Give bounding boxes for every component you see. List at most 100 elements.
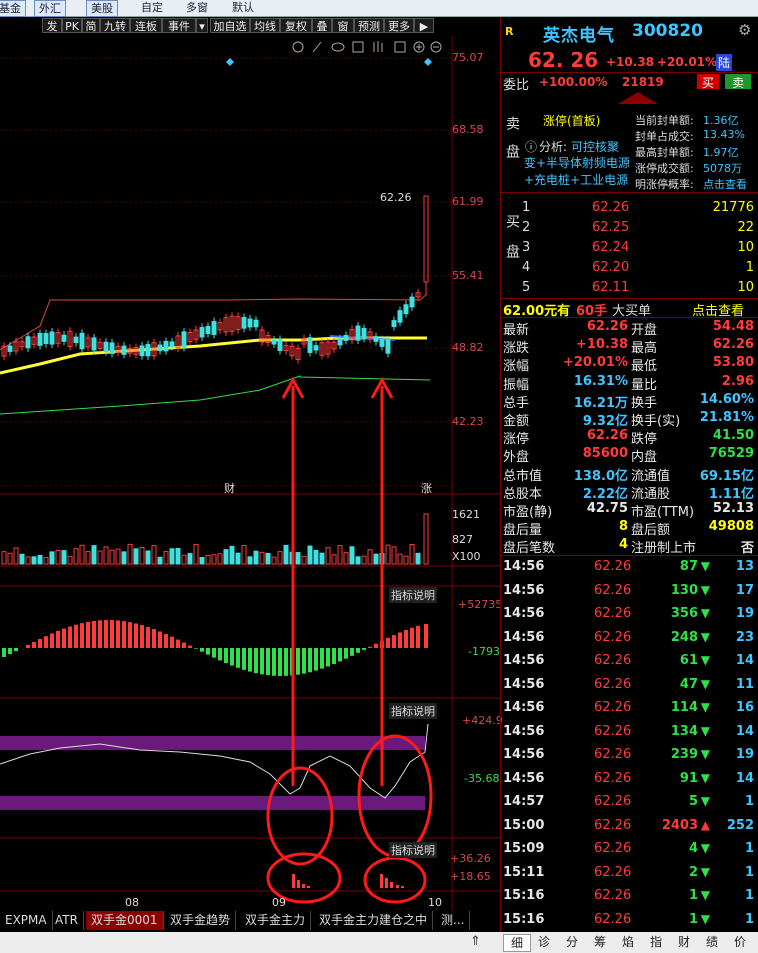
concept-line-1[interactable]: 变+半导体射频电源 <box>524 154 630 171</box>
detail-tab[interactable]: 细 <box>503 934 531 952</box>
detail-tab[interactable]: 价 <box>727 934 753 950</box>
detail-tab[interactable]: 焰 <box>615 934 641 950</box>
menu-item-forex[interactable]: 外汇 <box>34 0 66 17</box>
toolbar-pk-button[interactable]: PK <box>62 18 82 33</box>
tick-volume: 61 <box>679 653 698 668</box>
buy-book-row[interactable]: 2 62.25 22 <box>503 218 756 238</box>
toolbar-ma-button[interactable]: 均线 <box>250 18 280 33</box>
quote-label: 最高 <box>631 341 658 357</box>
tick-volume: 239 <box>670 747 698 762</box>
quote-label: 跌停 <box>631 432 658 448</box>
tick-time: 14:56 <box>503 700 545 715</box>
detail-tab[interactable]: 财 <box>671 934 697 950</box>
quote-label: 总手 <box>503 395 530 411</box>
tick-row: 14:56 62.26 114 ▼ 16 <box>503 698 756 718</box>
chevron-down-icon[interactable]: ▾ <box>196 18 208 33</box>
quote-value: 138.0亿 <box>573 468 628 484</box>
book-price: 62.24 <box>592 240 630 255</box>
toolbar-forecast-button[interactable]: 预测 <box>354 18 384 33</box>
detail-tab[interactable]: 筹 <box>587 934 613 950</box>
quote-row: 最新 62.26 开盘 54.48 <box>503 319 756 338</box>
quote-label: 总股本 <box>503 486 543 502</box>
analysis-value[interactable]: 可控核聚 <box>571 138 619 155</box>
indicator3-help-button[interactable]: 指标说明 <box>389 842 437 858</box>
toolbar-simple-button[interactable]: 简 <box>82 18 100 33</box>
detail-tab[interactable]: 指 <box>643 934 669 950</box>
limit-marker[interactable]: 涨 <box>421 480 432 496</box>
concept-line-2[interactable]: +充电桩+工业电源 <box>524 171 628 188</box>
volume-tick-1: 1621 <box>452 508 480 521</box>
sell-button[interactable]: 卖 <box>725 74 751 90</box>
detail-tabs: ⇑ 细诊分筹焰指财绩价 <box>0 932 758 953</box>
quote-label: 盘后量 <box>503 523 543 539</box>
tick-volume: 2 <box>688 864 698 880</box>
buy-button[interactable]: 买 <box>697 74 719 90</box>
price-tick-3: 61.99 <box>452 195 484 208</box>
menu-item-fund[interactable]: 基金 <box>0 0 26 17</box>
indicator1-tick-1: +52735 <box>458 598 503 611</box>
chart-tools-icons[interactable] <box>292 41 442 53</box>
menu-item-default[interactable]: 默认 <box>232 0 254 15</box>
limit-stat-label: 涨停成交额: <box>635 162 694 175</box>
toolbar-more-button[interactable]: 更多 <box>384 18 414 33</box>
book-level: 2 <box>522 220 531 235</box>
tab-shuangshoujin-main[interactable]: 双手金主力 <box>240 911 312 930</box>
detail-tab[interactable]: 绩 <box>699 934 725 950</box>
indicator1-tick-2: -1793 <box>468 645 500 658</box>
toolbar-fa-button[interactable]: 发 <box>42 18 62 33</box>
toolbar-adjust-button[interactable]: 复权 <box>280 18 312 33</box>
menu-item-multiwindow[interactable]: 多窗 <box>186 0 208 15</box>
indicator2-help-button[interactable]: 指标说明 <box>389 703 437 719</box>
tick-count: 19 <box>735 747 754 762</box>
collapse-caret-icon[interactable] <box>618 92 658 104</box>
toolbar-lianban-button[interactable]: 连板 <box>130 18 162 33</box>
detail-tab[interactable]: 诊 <box>531 934 557 950</box>
tab-more[interactable]: 测... <box>436 911 471 930</box>
buy-book-row[interactable]: 3 62.24 10 <box>503 238 756 258</box>
limit-stat-value[interactable]: 点击查看 <box>703 176 747 192</box>
quote-value: 62.26 <box>586 428 628 444</box>
menu-item-custom[interactable]: 自定 <box>141 0 163 15</box>
detail-tab[interactable]: 分 <box>559 934 585 950</box>
tick-time: 14:56 <box>503 559 545 574</box>
tab-shuangshoujin-building[interactable]: 双手金主力建仓之中 <box>314 911 434 930</box>
tab-shuangshoujin-0001[interactable]: 双手金0001 <box>86 911 164 930</box>
toolbar-event-button[interactable]: 事件 <box>162 18 196 33</box>
gear-icon[interactable]: ⚙ <box>738 21 751 39</box>
buy-book-row[interactable]: 1 62.26 21776 <box>503 198 756 218</box>
toolbar-overlay-button[interactable]: 叠 <box>312 18 332 33</box>
tick-count: 13 <box>735 559 754 574</box>
tick-time: 15:11 <box>503 864 545 880</box>
tab-atr[interactable]: ATR <box>50 911 84 930</box>
buy-book-row[interactable]: 4 62.20 1 <box>503 258 756 278</box>
book-volume: 10 <box>737 280 754 295</box>
scroll-top-icon[interactable]: ⇑ <box>470 934 481 949</box>
tick-price: 62.26 <box>594 606 632 621</box>
toolbar-expand-button[interactable]: ▶ <box>414 18 434 33</box>
toolbar-jiuzhuan-button[interactable]: 九转 <box>100 18 130 33</box>
quote-value: 9.32亿 <box>582 414 628 429</box>
tab-expma[interactable]: EXPMA <box>0 911 53 930</box>
quote-row: 振幅 16.31% 量比 2.96 <box>503 374 756 393</box>
stock-code: 300820 <box>632 21 703 41</box>
quote-label: 金额 <box>503 414 530 429</box>
book-level: 3 <box>522 240 531 255</box>
menu-item-us-stocks[interactable]: 美股 <box>86 0 118 17</box>
indicator3-tick-2: +18.65 <box>450 870 491 883</box>
quote-row: 涨幅 +20.01% 最低 53.80 <box>503 355 756 374</box>
tick-price: 62.26 <box>594 653 632 668</box>
tick-time: 15:16 <box>503 911 545 927</box>
toolbar-window-button[interactable]: 窗 <box>332 18 354 33</box>
limit-stat-value: 1.97亿 <box>703 146 739 159</box>
finance-marker[interactable]: 财 <box>224 480 235 496</box>
tick-time: 14:56 <box>503 582 545 598</box>
indicator1-help-button[interactable]: 指标说明 <box>389 587 437 603</box>
tick-count: 16 <box>735 700 754 715</box>
toolbar-add-watchlist-button[interactable]: 加自选 <box>210 18 250 33</box>
buy-book-row[interactable]: 5 62.11 10 <box>503 278 756 298</box>
book-volume: 10 <box>737 240 754 255</box>
limit-up-info: 卖盘 涨停(首板) ⓘ 分析: 可控核聚 变+半导体射频电源 +充电桩+工业电源… <box>501 92 758 192</box>
tick-volume: 5 <box>688 794 698 809</box>
stock-name: 英杰电气 <box>543 26 615 46</box>
tab-shuangshoujin-trend[interactable]: 双手金趋势 <box>165 911 237 930</box>
